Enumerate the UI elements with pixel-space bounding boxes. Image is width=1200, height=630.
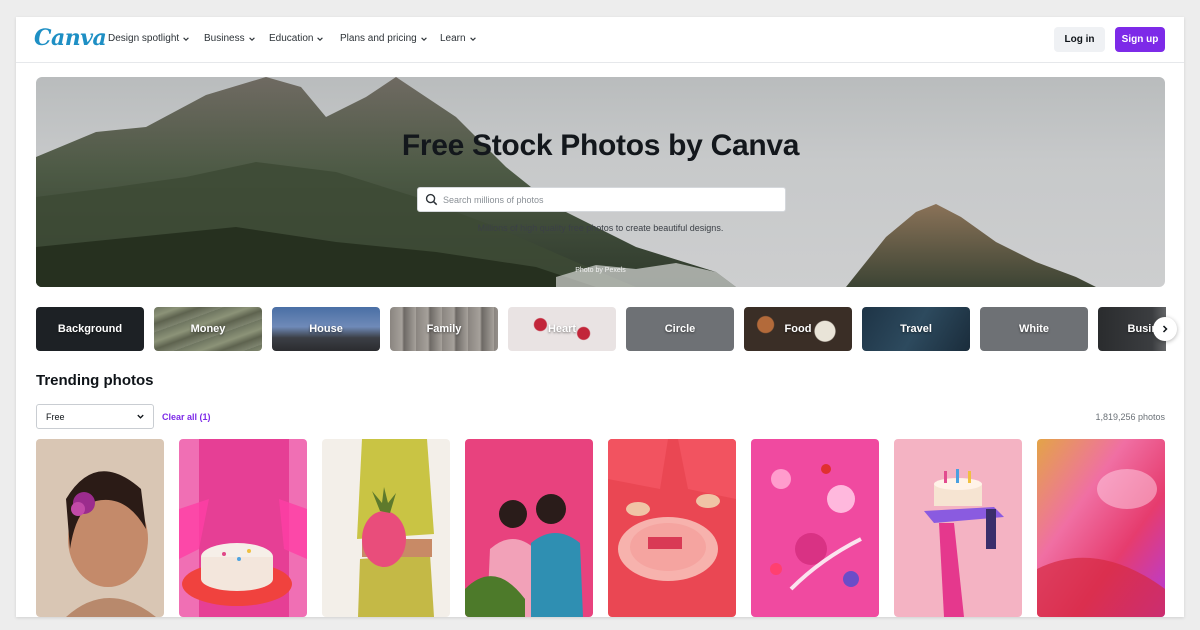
category-heart[interactable]: Heart: [508, 307, 616, 351]
chevron-down-icon: [316, 35, 324, 43]
nav-plans-and-pricing[interactable]: Plans and pricing: [340, 33, 428, 44]
hero-title: Free Stock Photos by Canva: [401, 129, 800, 162]
nav-education[interactable]: Education: [269, 33, 324, 44]
category-label: Money: [190, 323, 226, 335]
nav-label: Learn: [440, 33, 466, 44]
chevron-down-icon: [137, 414, 144, 419]
chevron-right-icon: [1162, 325, 1168, 333]
category-label: House: [309, 323, 343, 335]
chevron-down-icon: [182, 35, 190, 43]
search-input[interactable]: [443, 194, 773, 205]
category-label: Food: [784, 323, 812, 335]
section-title: Trending photos: [36, 372, 154, 389]
category-travel[interactable]: Travel: [862, 307, 970, 351]
category-label: Family: [426, 323, 462, 335]
category-money[interactable]: Money: [154, 307, 262, 351]
category-label: White: [1019, 323, 1049, 335]
nav-design-spotlight[interactable]: Design spotlight: [108, 33, 190, 44]
nav-label: Business: [204, 33, 245, 44]
mountain-landscape-image: [36, 77, 1096, 287]
carousel-next-button[interactable]: [1153, 317, 1177, 341]
photo-tile[interactable]: [894, 439, 1022, 617]
photo-tile[interactable]: [608, 439, 736, 617]
photo-tile[interactable]: [465, 439, 593, 617]
search-bar[interactable]: [417, 187, 786, 212]
category-carousel: Background Money House Family Heart Circ…: [36, 307, 1166, 351]
photo-credit[interactable]: Photo by Pexels: [36, 267, 1165, 274]
page-frame: Canva Design spotlight Business Educatio…: [16, 17, 1184, 617]
nav-label: Design spotlight: [108, 33, 180, 44]
photo-cake-on-shoe: [894, 439, 1022, 617]
photo-pink-confetti: [751, 439, 879, 617]
photo-tile[interactable]: [179, 439, 307, 617]
signup-button[interactable]: Sign up: [1115, 27, 1165, 52]
category-food[interactable]: Food: [744, 307, 852, 351]
category-house[interactable]: House: [272, 307, 380, 351]
hero-subtitle: Millions of high quality free photos to …: [477, 223, 724, 233]
clear-filters-link[interactable]: Clear all (1): [162, 412, 211, 422]
photo-grid: [36, 439, 1166, 617]
photo-two-people: [465, 439, 593, 617]
photo-tile[interactable]: [1037, 439, 1165, 617]
photo-abstract-blur: [1037, 439, 1165, 617]
category-label: Heart: [547, 323, 577, 335]
chevron-down-icon: [469, 35, 477, 43]
photo-cake-plate: [608, 439, 736, 617]
nav-label: Plans and pricing: [340, 33, 417, 44]
hero-banner: Free Stock Photos by Canva Millions of h…: [36, 77, 1165, 287]
photo-pineapple-outfit: [322, 439, 450, 617]
login-button[interactable]: Log in: [1054, 27, 1105, 52]
nav-learn[interactable]: Learn: [440, 33, 477, 44]
photo-woman-orchid: [36, 439, 164, 617]
top-navigation: Canva Design spotlight Business Educatio…: [16, 17, 1184, 63]
category-label: Travel: [900, 323, 932, 335]
canva-logo[interactable]: Canva: [34, 25, 107, 51]
photo-tile[interactable]: [751, 439, 879, 617]
category-label: Circle: [664, 323, 696, 335]
chevron-down-icon: [420, 35, 428, 43]
nav-business[interactable]: Business: [204, 33, 256, 44]
photo-count: 1,819,256 photos: [1095, 412, 1165, 422]
search-icon: [425, 193, 438, 206]
license-filter-select[interactable]: Free: [36, 404, 154, 429]
category-white[interactable]: White: [980, 307, 1088, 351]
category-circle[interactable]: Circle: [626, 307, 734, 351]
chevron-down-icon: [248, 35, 256, 43]
nav-label: Education: [269, 33, 314, 44]
category-background[interactable]: Background: [36, 307, 144, 351]
photo-tile[interactable]: [322, 439, 450, 617]
category-label: Background: [57, 323, 123, 335]
photo-pink-cake: [179, 439, 307, 617]
filter-value: Free: [46, 411, 65, 422]
photo-tile[interactable]: [36, 439, 164, 617]
category-family[interactable]: Family: [390, 307, 498, 351]
